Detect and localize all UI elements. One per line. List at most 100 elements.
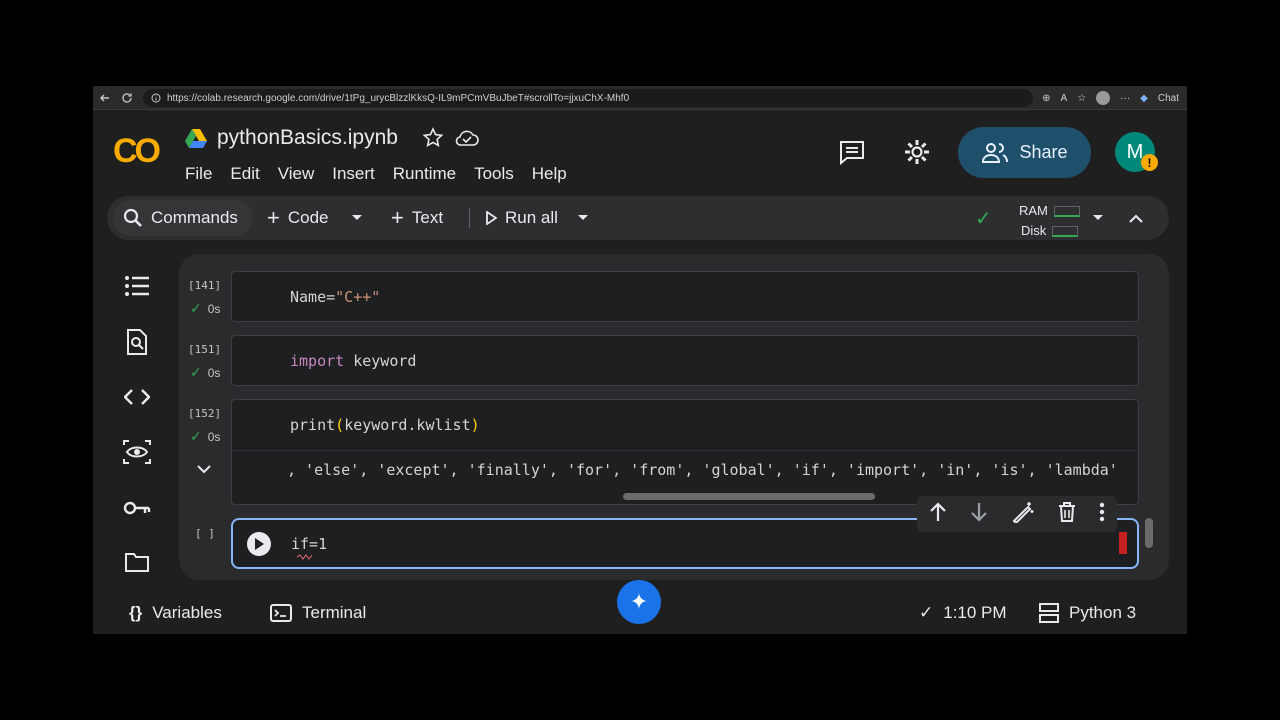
settings-gear-icon[interactable] bbox=[903, 138, 931, 166]
chat-button[interactable]: Chat bbox=[1158, 93, 1179, 104]
code-snippets-icon[interactable] bbox=[123, 383, 151, 411]
find-in-page-icon[interactable] bbox=[123, 328, 151, 356]
cell-code[interactable]: Name="C++" bbox=[290, 288, 380, 306]
execution-count: [141] bbox=[188, 279, 222, 292]
code-cell[interactable]: Name="C++" bbox=[231, 271, 1139, 322]
favorite-star-icon[interactable]: ☆ bbox=[1077, 93, 1086, 104]
braces-icon: {} bbox=[129, 603, 143, 622]
google-drive-icon[interactable] bbox=[185, 128, 207, 148]
code-paren: ( bbox=[335, 416, 345, 434]
check-icon: ✓ bbox=[190, 428, 202, 444]
terminal-label: Terminal bbox=[302, 603, 367, 622]
back-icon[interactable] bbox=[97, 90, 113, 106]
disk-label: Disk bbox=[1021, 223, 1047, 238]
logo-text: CO bbox=[113, 132, 161, 170]
run-all-dropdown-icon[interactable] bbox=[577, 196, 589, 240]
variables-button[interactable]: {} Variables bbox=[129, 592, 222, 634]
secrets-key-icon[interactable] bbox=[123, 494, 151, 522]
commands-label: Commands bbox=[151, 208, 238, 227]
notebook-title[interactable]: pythonBasics.ipynb bbox=[217, 126, 398, 150]
menu-view[interactable]: View bbox=[278, 164, 315, 184]
collapse-header-icon[interactable] bbox=[1129, 196, 1143, 240]
comment-icon[interactable] bbox=[838, 138, 866, 166]
text-label: Text bbox=[411, 208, 444, 227]
error-marker bbox=[1119, 532, 1127, 554]
run-all-button[interactable]: Run all bbox=[485, 196, 558, 240]
exec-time: 0s bbox=[207, 429, 221, 444]
output-horizontal-scrollbar[interactable] bbox=[623, 493, 875, 500]
resource-meter[interactable]: RAM Disk bbox=[1019, 201, 1080, 241]
gemini-sparkle-icon[interactable]: ✦ bbox=[617, 580, 661, 624]
run-all-label: Run all bbox=[505, 208, 558, 227]
code-cell[interactable]: import keyword bbox=[231, 335, 1139, 386]
add-text-button[interactable]: + Text bbox=[391, 196, 443, 240]
code-token: keyword bbox=[344, 352, 417, 370]
address-bar[interactable]: https://colab.research.google.com/drive/… bbox=[143, 89, 1033, 107]
browser-profile-icon[interactable] bbox=[1096, 91, 1111, 105]
menu-edit[interactable]: Edit bbox=[230, 164, 259, 184]
variables-label: Variables bbox=[152, 603, 222, 622]
code-dropdown-icon[interactable] bbox=[351, 196, 363, 240]
plus-icon: + bbox=[267, 205, 280, 230]
terminal-button[interactable]: Terminal bbox=[270, 592, 366, 634]
url-text: https://colab.research.google.com/drive/… bbox=[167, 92, 630, 104]
more-icon[interactable]: ··· bbox=[1120, 93, 1130, 104]
table-of-contents-icon[interactable] bbox=[123, 272, 151, 300]
menu-file[interactable]: File bbox=[185, 164, 212, 184]
read-aloud-icon[interactable]: A bbox=[1061, 93, 1068, 104]
menu-help[interactable]: Help bbox=[532, 164, 567, 184]
cell-code[interactable]: import keyword bbox=[290, 352, 416, 370]
connected-check-icon[interactable]: ✓ bbox=[975, 196, 992, 240]
move-cell-up-icon[interactable] bbox=[929, 501, 947, 527]
warning-badge-icon: ! bbox=[1141, 154, 1158, 171]
browser-bar: https://colab.research.google.com/drive/… bbox=[93, 86, 1187, 110]
notebook-vertical-scrollbar[interactable] bbox=[1145, 518, 1153, 548]
zoom-icon[interactable]: ⊕ bbox=[1042, 93, 1050, 104]
menu-tools[interactable]: Tools bbox=[474, 164, 514, 184]
runtime-label: Python 3 bbox=[1069, 603, 1137, 622]
variables-inspector-icon[interactable] bbox=[123, 438, 151, 466]
run-cell-button[interactable] bbox=[247, 532, 271, 556]
share-button[interactable]: Share bbox=[958, 127, 1091, 178]
plus-icon: + bbox=[391, 205, 404, 230]
code-cell[interactable]: print(keyword.kwlist) , 'else', 'except'… bbox=[231, 399, 1139, 505]
play-icon bbox=[255, 538, 264, 550]
collapse-output-icon[interactable] bbox=[197, 461, 211, 479]
notebook-panel: [141] ✓ 0s Name="C++" [151] ✓ 0s import … bbox=[179, 254, 1169, 580]
cell-toolbar bbox=[917, 496, 1117, 532]
commands-item[interactable]: Commands bbox=[123, 196, 238, 240]
ram-meter bbox=[1053, 206, 1080, 218]
cell-code[interactable]: print(keyword.kwlist) bbox=[290, 416, 480, 434]
cell-code-editor[interactable]: if=1 bbox=[291, 535, 327, 553]
notebook-toolbar: Commands + Code + Text Run all ✓ RAM Dis… bbox=[107, 196, 1169, 240]
search-icon bbox=[123, 208, 142, 227]
site-info-icon[interactable] bbox=[151, 93, 161, 103]
execution-count: [ ] bbox=[195, 527, 215, 540]
colab-logo[interactable]: CO bbox=[113, 132, 161, 171]
colab-window: https://colab.research.google.com/drive/… bbox=[93, 86, 1187, 634]
edit-magic-icon[interactable] bbox=[1012, 501, 1034, 528]
menu-runtime[interactable]: Runtime bbox=[393, 164, 456, 184]
copilot-icon[interactable]: ◆ bbox=[1140, 93, 1148, 104]
cell-status: ✓ 0s bbox=[190, 364, 220, 381]
execution-count: [151] bbox=[188, 343, 222, 356]
execution-status[interactable]: ✓ 1:10 PM bbox=[919, 592, 1007, 634]
add-code-button[interactable]: + Code bbox=[267, 196, 329, 240]
terminal-icon bbox=[270, 604, 292, 622]
resource-dropdown-icon[interactable] bbox=[1092, 196, 1104, 240]
move-cell-down-icon[interactable] bbox=[970, 502, 988, 527]
cell-output: , 'else', 'except', 'finally', 'for', 'f… bbox=[287, 461, 1118, 479]
files-folder-icon[interactable] bbox=[123, 548, 151, 576]
people-icon bbox=[982, 142, 1009, 163]
cloud-saved-icon[interactable] bbox=[454, 128, 480, 148]
disk-meter bbox=[1052, 226, 1079, 238]
menu-insert[interactable]: Insert bbox=[332, 164, 375, 184]
server-icon bbox=[1039, 603, 1059, 623]
code-token: keyword.kwlist bbox=[344, 416, 471, 434]
delete-cell-icon[interactable] bbox=[1058, 501, 1076, 527]
runtime-info[interactable]: Python 3 bbox=[1039, 592, 1136, 634]
star-icon[interactable] bbox=[422, 127, 444, 149]
share-label: Share bbox=[1019, 142, 1068, 162]
more-options-icon[interactable] bbox=[1099, 502, 1105, 527]
reload-icon[interactable] bbox=[119, 90, 135, 106]
